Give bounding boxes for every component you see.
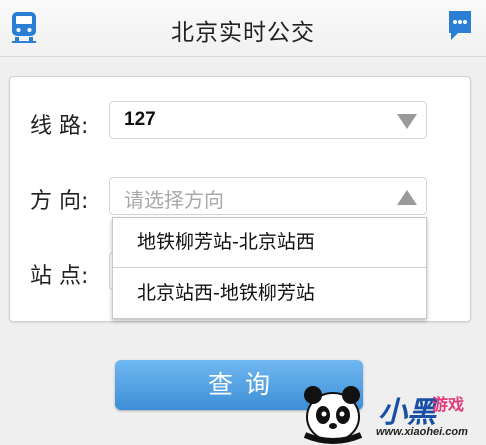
direction-option[interactable]: 地铁柳芳站-北京站西 (113, 218, 426, 267)
direction-placeholder: 请选择方向 (124, 188, 224, 212)
direction-label: 方 向: (30, 189, 89, 214)
page-title: 北京实时公交 (171, 20, 315, 46)
watermark-url: www.xiaohei.com (376, 426, 468, 438)
chevron-down-icon (397, 114, 417, 129)
watermark-tag: 游戏 (432, 395, 465, 414)
chevron-up-icon (397, 190, 417, 205)
direction-select[interactable]: 请选择方向 (109, 177, 427, 215)
direction-option[interactable]: 北京站西-地铁柳芳站 (113, 269, 426, 318)
watermark-brand: 小黑 (378, 395, 437, 429)
route-label: 线 路: (30, 114, 89, 139)
chat-icon[interactable] (446, 8, 474, 44)
route-value: 127 (124, 109, 156, 130)
app-header: 北京实时公交 (0, 0, 486, 57)
direction-dropdown: 地铁柳芳站-北京站西 北京站西-地铁柳芳站 (112, 217, 427, 319)
route-select[interactable]: 127 (109, 101, 427, 139)
station-label: 站 点: (30, 264, 89, 289)
divider (113, 267, 426, 268)
